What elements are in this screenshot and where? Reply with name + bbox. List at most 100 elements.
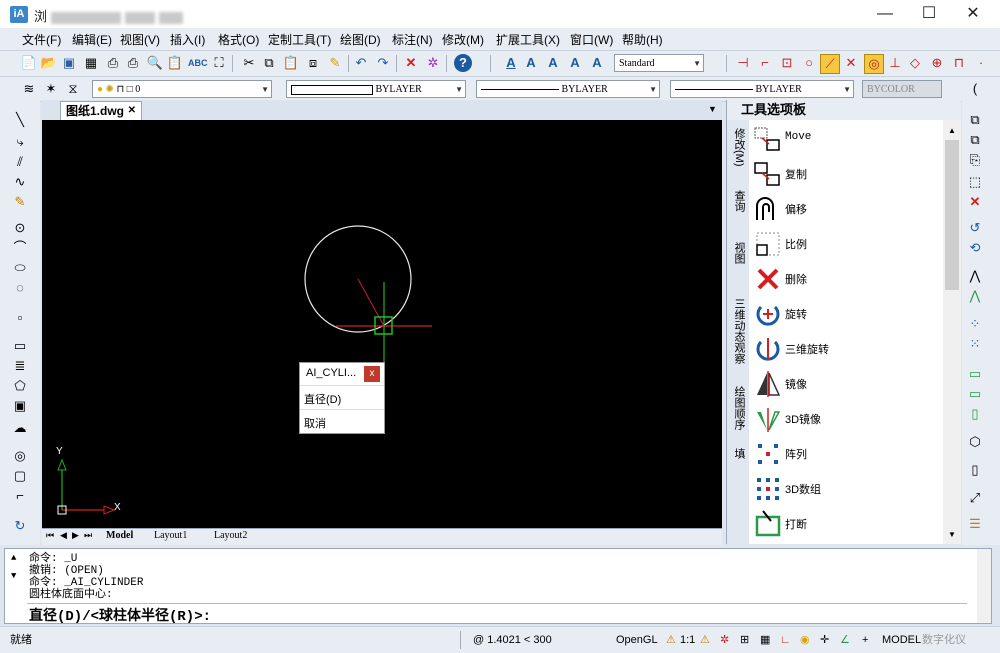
snap-perpendicular-icon[interactable]: ⊥ <box>886 54 904 72</box>
chamfer-icon[interactable]: ⬡ <box>966 433 984 451</box>
array3d-tool-icon[interactable]: ⁙ <box>966 335 984 353</box>
scale-tool-icon[interactable]: ⬚ <box>966 173 984 191</box>
paste-icon[interactable]: 📋 <box>282 54 300 72</box>
annotation-visibility-icon[interactable]: ⚠ <box>700 631 710 649</box>
ellipse-icon[interactable]: ⬭ <box>11 259 29 277</box>
print-icon[interactable]: ⎙ <box>104 54 122 72</box>
minimize-button[interactable]: — <box>862 0 908 28</box>
scroll-thumb[interactable] <box>945 140 959 290</box>
publish-icon[interactable]: 📋 <box>166 54 184 72</box>
layer-manager-icon[interactable]: ≋ <box>20 80 38 98</box>
menu-dimension[interactable]: 标注(N) <box>392 31 433 48</box>
palette-tab-inquiry[interactable]: 查询 <box>731 190 747 212</box>
erase-tool-icon[interactable]: ✕ <box>402 54 420 72</box>
snap-extension-icon[interactable]: ⌐ <box>756 54 774 72</box>
next-layout-icon[interactable]: ▶ <box>72 530 79 541</box>
edit-text-icon[interactable]: A <box>544 54 562 72</box>
menu-draw[interactable]: 绘图(D) <box>340 31 381 48</box>
menu-window[interactable]: 窗口(W) <box>570 31 613 48</box>
last-layout-icon[interactable]: ⏭ <box>84 530 92 541</box>
command-window[interactable]: ▲ ▼ 命令: _U 撤销: (OPEN) 命令: _AI_CYLINDER 圆… <box>4 548 992 625</box>
grid-icon[interactable]: ▦ <box>760 631 770 649</box>
preview-icon[interactable]: 🔍 <box>146 54 164 72</box>
maximize-button[interactable]: ☐ <box>906 0 952 28</box>
array-tool-icon[interactable]: ⁘ <box>966 315 984 333</box>
palette-tab-3dorbit[interactable]: 三维动态观察 <box>731 298 747 364</box>
document-tab[interactable]: 图纸1.dwg ✕ <box>60 101 142 120</box>
palette-tab-view[interactable]: 视图 <box>731 242 747 264</box>
palette-item-break[interactable]: 打断 <box>753 507 943 541</box>
layout-tab-layout1[interactable]: Layout1 <box>154 530 187 541</box>
snap-mode-icon[interactable]: ⊞ <box>740 631 749 649</box>
erase-right-icon[interactable]: ✕ <box>966 193 984 211</box>
cloud-icon[interactable]: ☁ <box>11 419 29 437</box>
undo-icon[interactable]: ↶ <box>352 54 370 72</box>
join-icon[interactable]: ▯ <box>966 405 984 423</box>
stretch-icon[interactable]: ⤢ <box>966 489 984 507</box>
multiline-icon[interactable]: ⫽ <box>11 153 29 171</box>
region-icon[interactable]: ▣ <box>11 397 29 415</box>
menu-edit[interactable]: 编辑(E) <box>72 31 112 48</box>
lineweight-toggle-icon[interactable]: + <box>862 631 868 649</box>
otrack-icon[interactable]: ∠ <box>840 631 850 649</box>
donut-icon[interactable]: ◎ <box>11 447 29 465</box>
menu-help[interactable]: 帮助(H) <box>622 31 663 48</box>
palette-item-array[interactable]: 阵列 <box>753 437 943 471</box>
scroll-up-icon[interactable]: ▲ <box>948 126 956 135</box>
osnap-icon[interactable]: ✛ <box>820 631 829 649</box>
color-combo[interactable]: BYLAYER ▼ <box>286 80 466 98</box>
popup-item-cancel[interactable]: 取消 <box>304 415 326 431</box>
plotstyle-combo[interactable]: BYCOLOR <box>862 80 942 98</box>
hatch-icon[interactable]: ≣ <box>11 357 29 375</box>
menu-modify[interactable]: 修改(M) <box>442 31 484 48</box>
tab-close-icon[interactable]: ✕ <box>128 102 136 120</box>
palette-scrollbar[interactable]: ▲ ▼ <box>943 120 961 544</box>
layout-tab-layout2[interactable]: Layout2 <box>214 530 247 541</box>
close-window-button[interactable]: ✕ <box>950 0 996 28</box>
cut-icon[interactable]: ✂ <box>240 54 258 72</box>
print-preview-icon[interactable]: ⎙ <box>124 54 142 72</box>
scale-label[interactable]: 1:1 <box>680 631 695 649</box>
layer-previous-icon[interactable]: ⧖ <box>64 80 82 98</box>
drawing-canvas[interactable]: X Y <box>42 120 722 528</box>
copy-tool-icon[interactable]: ⧉ <box>966 131 984 149</box>
match-properties-icon[interactable]: ⧈ <box>304 54 322 72</box>
palette-item-mirror[interactable]: 镜像 <box>753 367 943 401</box>
purge-icon[interactable]: ✲ <box>424 54 442 72</box>
polygon-icon[interactable]: ⬠ <box>11 377 29 395</box>
layout-tab-model[interactable]: Model <box>106 530 133 541</box>
new-file-icon[interactable]: 📄 <box>20 54 38 72</box>
properties-icon[interactable]: ☰ <box>966 515 984 533</box>
layer-combo[interactable]: ● ✺ ⊓ □ 0 ▼ <box>92 80 272 98</box>
rotate-tool-icon[interactable]: ↺ <box>966 219 984 237</box>
menu-extend-tools[interactable]: 扩展工具(X) <box>496 31 560 48</box>
palette-item-erase[interactable]: 删除 <box>753 262 943 296</box>
rotate3d-tool-icon[interactable]: ⟲ <box>966 239 984 257</box>
layer-state-icon[interactable]: ✶ <box>42 80 60 98</box>
break-point-icon[interactable]: ▭ <box>966 385 984 403</box>
palette-item-move[interactable]: Move <box>753 122 943 156</box>
find-text-icon[interactable]: A <box>566 54 584 72</box>
palette-item-copy[interactable]: 复制 <box>753 157 943 191</box>
move-tool-icon[interactable]: ⧉ <box>966 111 984 129</box>
digitizer-label[interactable]: 数字化仪 <box>922 631 966 649</box>
point-icon[interactable]: ▫ <box>11 309 29 327</box>
menu-file[interactable]: 文件(F) <box>22 31 61 48</box>
lineweight-combo[interactable]: BYLAYER ▼ <box>670 80 854 98</box>
menu-format[interactable]: 格式(O) <box>218 31 259 48</box>
rectangle-icon[interactable]: ▭ <box>11 337 29 355</box>
autoscale-icon[interactable]: ✲ <box>720 631 729 649</box>
find-icon[interactable]: ⛶ <box>210 54 228 72</box>
snap-circle-icon[interactable]: ○ <box>800 54 818 72</box>
palette-item-offset[interactable]: 偏移 <box>753 192 943 226</box>
cmd-scroll-down-icon[interactable]: ▼ <box>11 571 16 581</box>
ellipse-arc-icon[interactable]: ◌ <box>11 279 29 297</box>
plot-icon[interactable]: ▦ <box>82 54 100 72</box>
palette-item-mirror3d[interactable]: 3D镜像 <box>753 402 943 436</box>
brush-icon[interactable]: ✎ <box>326 54 344 72</box>
spline-icon[interactable]: ⌐ <box>11 487 29 505</box>
cmd-scroll-up-icon[interactable]: ▲ <box>11 553 16 563</box>
circle-icon[interactable]: ⊙ <box>11 219 29 237</box>
snap-point-icon[interactable]: · <box>972 54 990 72</box>
palette-item-rotate3d[interactable]: 三维旋转 <box>753 332 943 366</box>
